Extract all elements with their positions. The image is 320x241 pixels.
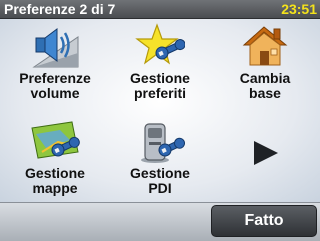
change-home-label: Cambia base [239,70,291,101]
done-button[interactable]: Fatto [211,205,317,237]
volume-preferences-button[interactable]: Preferenze volume [5,21,105,111]
volume-preferences-label: Preferenze volume [19,70,91,101]
star-wrench-icon [135,23,185,65]
manage-favourites-label: Gestione preferiti [130,70,190,101]
manage-poi-label: Gestione PDI [130,165,190,196]
manage-poi-button[interactable]: Gestione PDI [110,116,210,206]
house-icon [242,26,288,66]
poi-wrench-icon [141,123,185,163]
speaker-volume-icon [32,28,79,68]
change-home-button[interactable]: Cambia base [215,21,315,111]
next-page-button[interactable] [250,138,282,168]
clock: 23:51 [281,1,317,17]
map-wrench-icon [31,121,80,159]
menu-grid: Preferenze volume Gestione preferiti Cam… [0,19,320,202]
manage-maps-label: Gestione mappe [25,165,85,196]
title-bar: Preferenze 2 di 7 23:51 [0,0,320,19]
page-title: Preferenze 2 di 7 [4,1,116,17]
manage-favourites-button[interactable]: Gestione preferiti [110,21,210,111]
next-page-arrow-icon [254,141,278,165]
manage-maps-button[interactable]: Gestione mappe [5,116,105,206]
